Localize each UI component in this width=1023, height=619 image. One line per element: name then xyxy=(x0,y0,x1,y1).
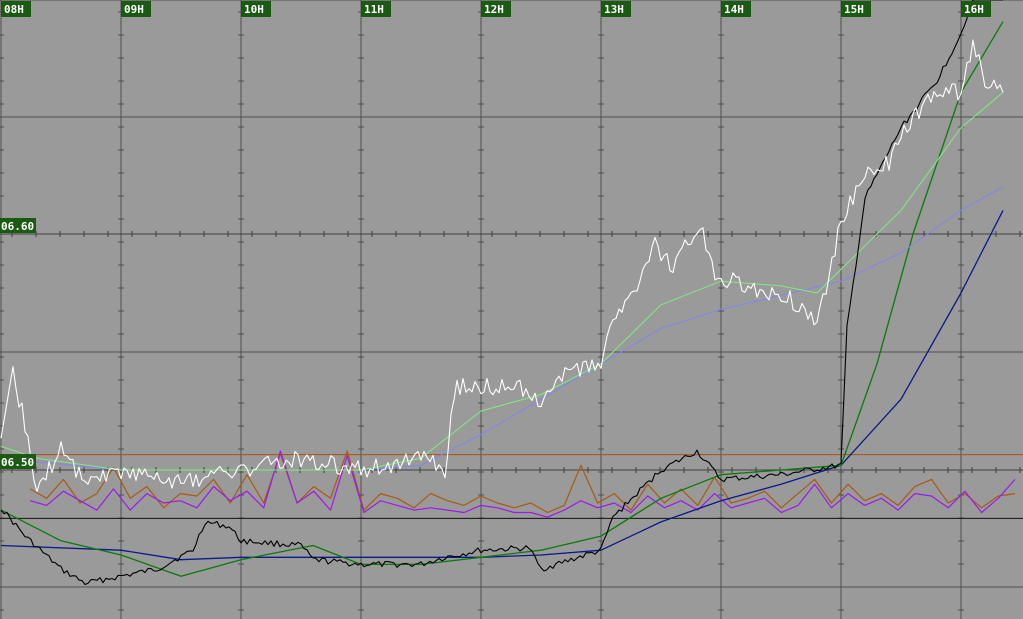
hour-label: 14H xyxy=(724,3,744,16)
oscillator-b-line xyxy=(29,450,1016,518)
ma-slow-line xyxy=(0,186,1004,471)
oscillator-a-line xyxy=(29,450,1016,514)
grid xyxy=(0,0,1023,619)
hour-label: 10H xyxy=(244,3,264,16)
series-layer xyxy=(0,0,1016,586)
intraday-chart: 08H 09H 10H 11H 12H 13H 14H 15H 16H 06.60 06.50 xyxy=(0,0,1023,619)
hour-label: 13H xyxy=(604,3,624,16)
price-label: 06.60 xyxy=(1,220,34,233)
chart-canvas: 08H 09H 10H 11H 12H 13H 14H 15H 16H 06.60 06.50 xyxy=(0,0,1023,619)
price-label: 06.50 xyxy=(1,456,34,469)
axis-labels: 08H 09H 10H 11H 12H 13H 14H 15H 16H 06.60 06.50 xyxy=(0,1,991,469)
hour-label: 12H xyxy=(484,3,504,16)
price-series-line xyxy=(0,39,1004,493)
hour-label: 16H xyxy=(964,3,984,16)
hour-label: 09H xyxy=(124,3,144,16)
hour-label: 15H xyxy=(844,3,864,16)
hour-label: 08H xyxy=(4,3,24,16)
ma-fast-line xyxy=(0,92,1004,471)
hour-label: 11H xyxy=(364,3,384,16)
lower-ma-slow-line xyxy=(0,210,1004,561)
